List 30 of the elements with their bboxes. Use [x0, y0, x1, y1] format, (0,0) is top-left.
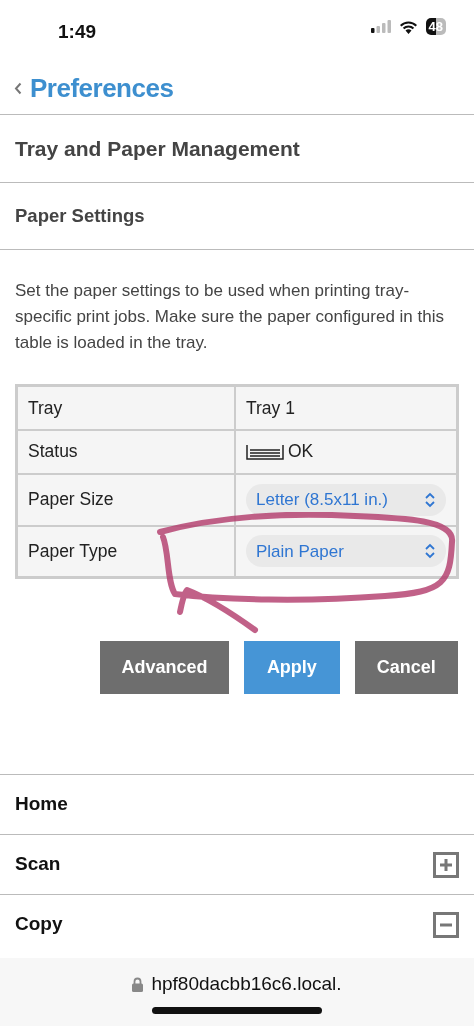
signal-icon: [370, 20, 391, 33]
url-text[interactable]: hpf80dacbb16c6.local.: [151, 970, 342, 999]
plus-box-icon[interactable]: [433, 851, 459, 878]
chevron-icon: [424, 543, 436, 560]
cell-value: Tray 1: [246, 397, 295, 418]
chevron-icon: [424, 491, 436, 508]
back-chevron-icon[interactable]: [14, 81, 22, 95]
section-heading: Paper Settings: [15, 204, 145, 229]
home-indicator[interactable]: [152, 1006, 322, 1014]
action-button[interactable]: Apply: [244, 641, 340, 694]
action-button[interactable]: Cancel: [354, 641, 458, 694]
nav-item[interactable]: Home: [15, 790, 68, 819]
status-text: OK: [288, 440, 314, 464]
back-link[interactable]: Preferences: [30, 68, 174, 108]
nav-item[interactable]: Scan: [15, 850, 61, 879]
action-button[interactable]: Advanced: [100, 641, 230, 694]
row-label: Paper Size: [28, 489, 114, 510]
row-label: Status: [28, 441, 78, 462]
section-heading: Tray and Paper Management: [15, 135, 300, 162]
wifi-icon: [398, 19, 418, 34]
row-label: Paper Type: [28, 541, 118, 562]
minus-box-icon[interactable]: [433, 911, 459, 938]
row-label: Tray: [28, 397, 63, 418]
paper-tray-icon: [246, 443, 284, 460]
clock: 1:49: [58, 20, 97, 44]
nav-item[interactable]: Copy: [15, 910, 63, 939]
lock-icon: [132, 977, 144, 992]
description-text: Set the paper settings to be used when printing tray-specific print jobs. Make sure the paper configured in this table is loaded in the tray.: [14, 280, 445, 354]
dropdown[interactable]: Letter (8.5x11 in.): [246, 483, 446, 516]
dropdown[interactable]: Plain Paper: [246, 535, 446, 568]
